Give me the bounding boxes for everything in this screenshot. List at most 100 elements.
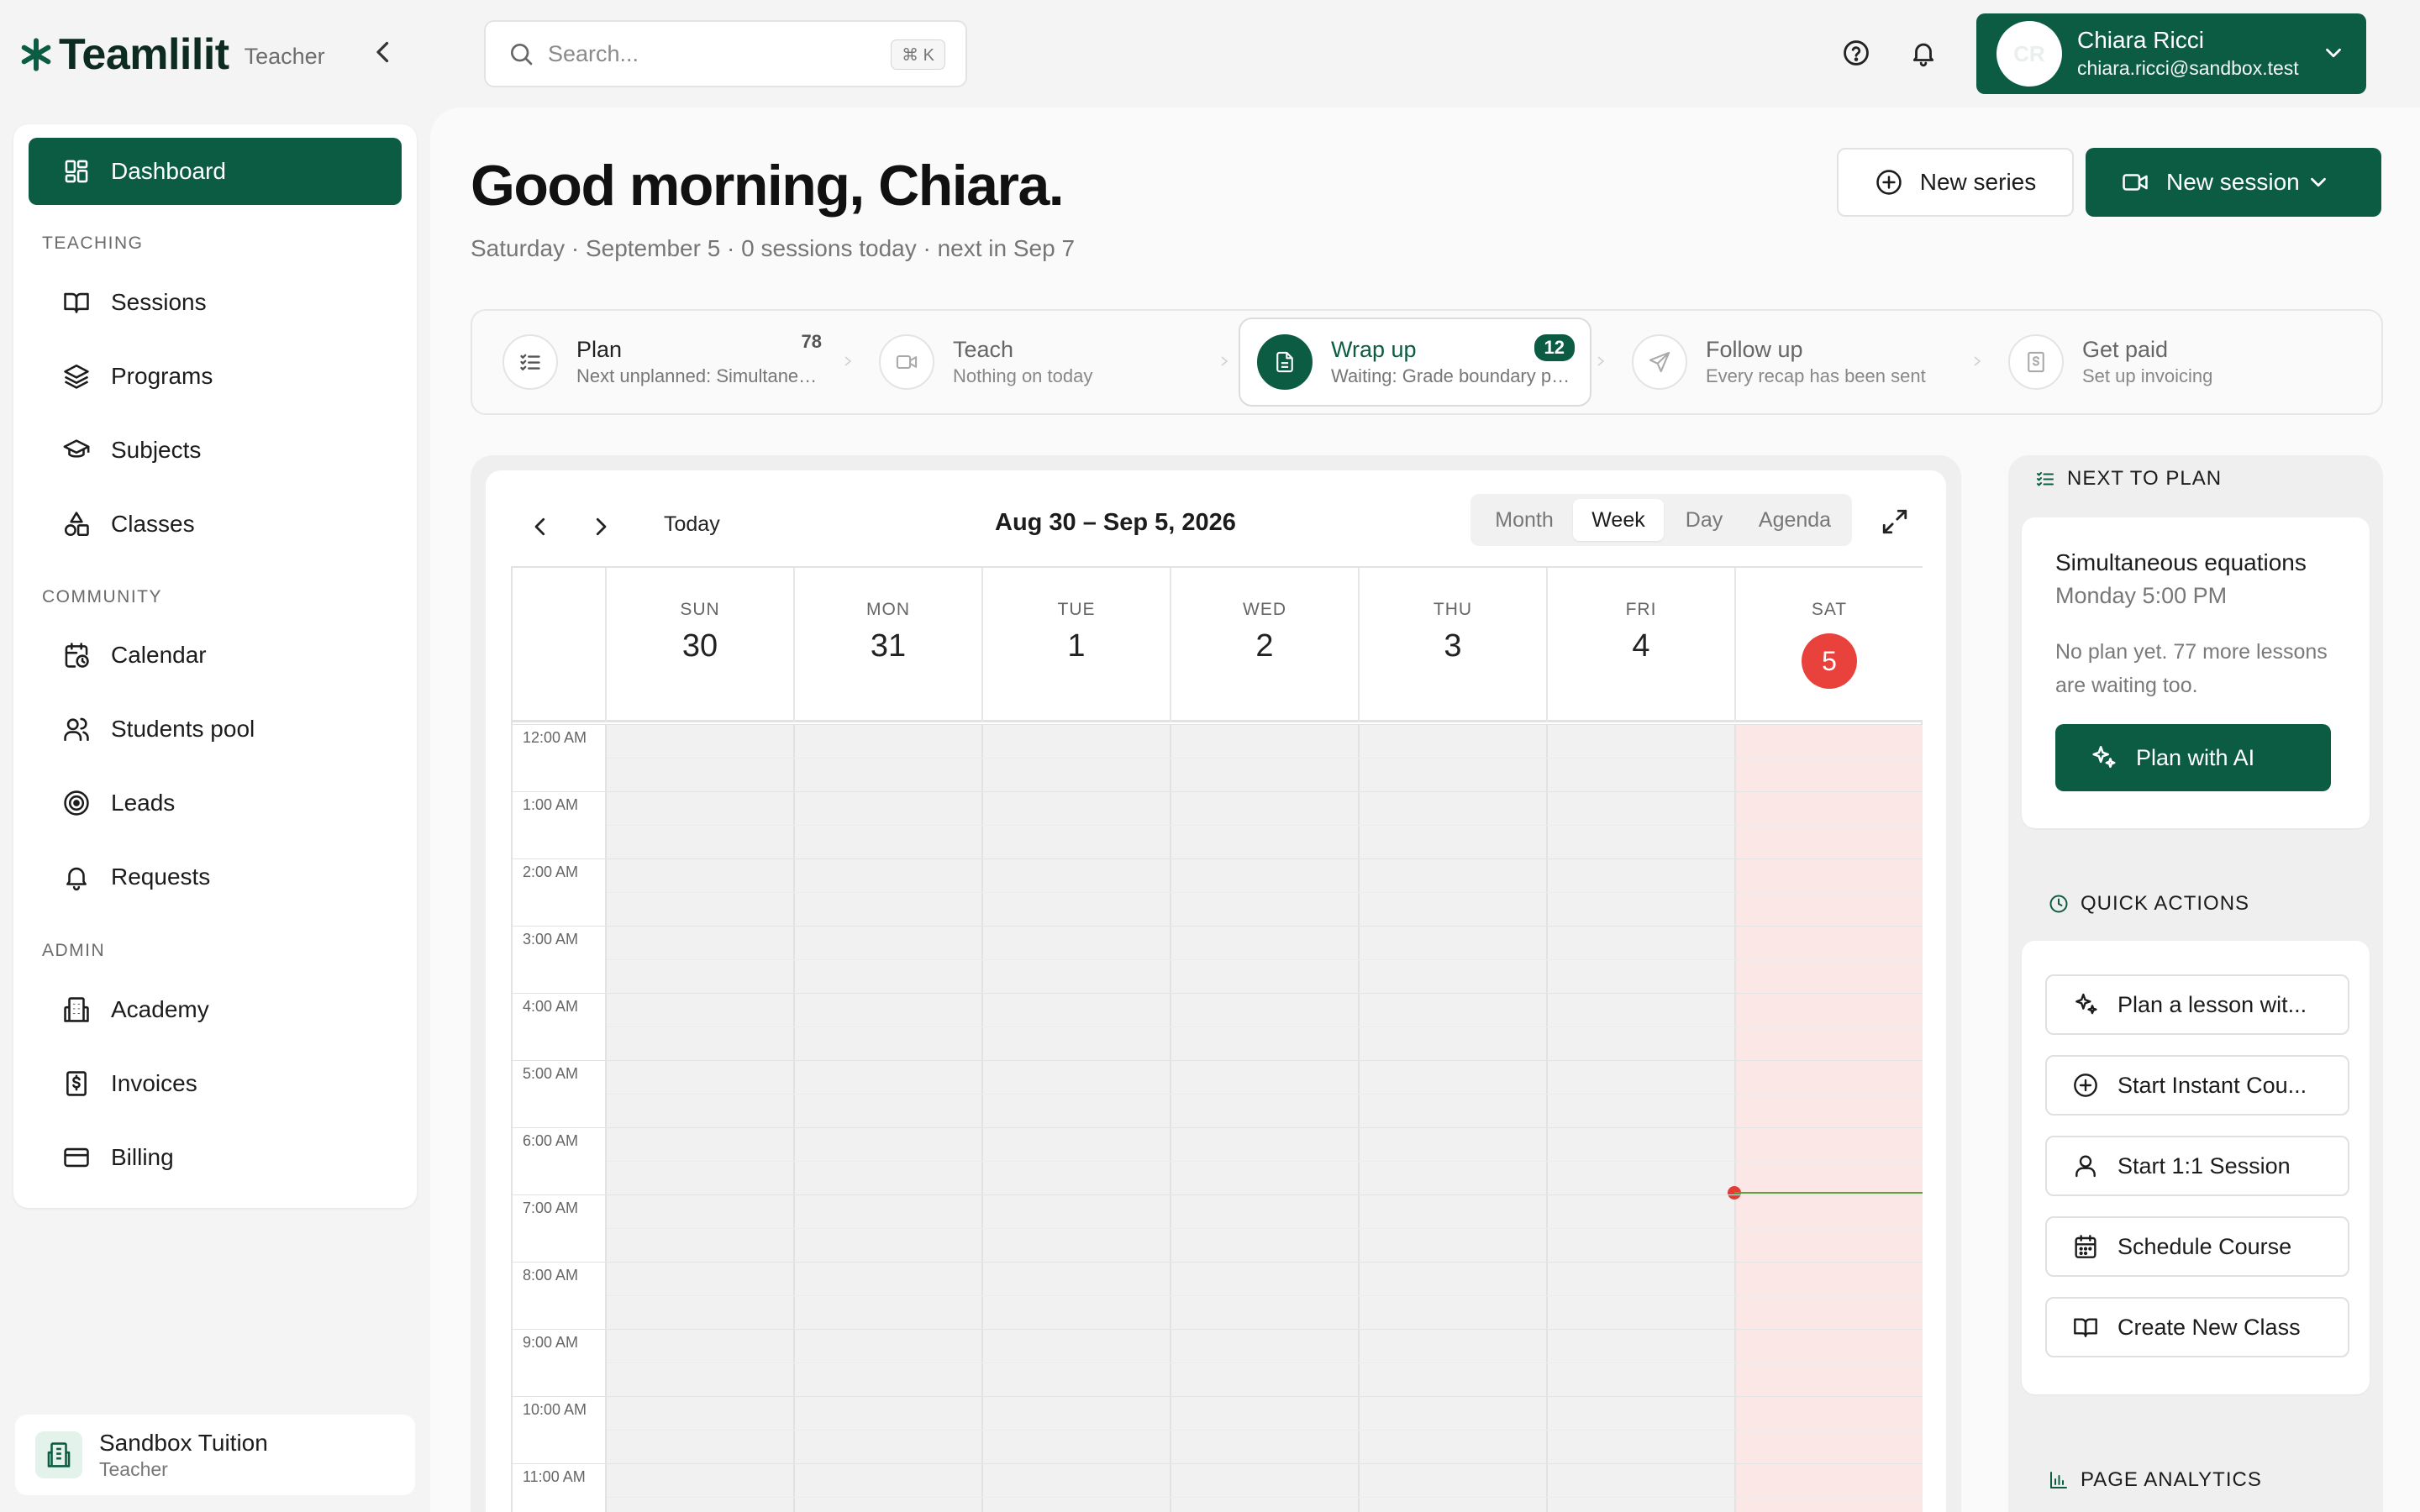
step-get-paid[interactable]: Get paid Set up invoicing	[1991, 318, 2344, 407]
day-header-row: SUN 30 MON 31 TUE 1 WED 2 THU 3 FRI 4 SA…	[513, 568, 1923, 722]
calendar-clock-icon	[62, 641, 91, 669]
half-hour-gridline	[607, 892, 1923, 893]
schedule-course-button[interactable]: Schedule Course	[2045, 1216, 2349, 1277]
hour-label: 10:00 AM	[523, 1401, 587, 1418]
next-lesson-card[interactable]: Simultaneous equations Monday 5:00 PM No…	[2022, 517, 2370, 828]
day-header[interactable]: FRI 4	[1546, 568, 1734, 722]
sidebar-item-invoices[interactable]: Invoices	[29, 1050, 402, 1117]
hour-gridline	[513, 1194, 1923, 1195]
lesson-time: Monday 5:00 PM	[2055, 583, 2228, 608]
search-input[interactable]: Search... ⌘ K	[484, 20, 967, 87]
start-one-on-one-button[interactable]: Start 1:1 Session	[2045, 1136, 2349, 1196]
sidebar-item-billing[interactable]: Billing	[29, 1124, 402, 1191]
lesson-title: Simultaneous equations	[2055, 549, 2307, 575]
half-hour-gridline	[607, 825, 1923, 826]
view-tab-agenda[interactable]: Agenda	[1744, 499, 1845, 541]
step-follow-up[interactable]: Follow up Every recap has been sent	[1615, 318, 1968, 407]
view-tab-day[interactable]: Day	[1665, 499, 1743, 541]
day-number: 1	[1067, 628, 1086, 664]
chevron-left-icon[interactable]	[528, 514, 553, 539]
half-hour-gridline	[607, 1362, 1923, 1363]
main-content: Good morning, Chiara. Saturday · Septemb…	[430, 108, 2420, 1512]
chevron-left-icon[interactable]	[368, 37, 398, 67]
day-of-week: MON	[866, 600, 910, 619]
hour-gridline	[513, 858, 1923, 859]
today-badge: 5	[1802, 633, 1857, 689]
day-header-today[interactable]: SAT 5	[1734, 568, 1923, 722]
day-number: 4	[1632, 628, 1650, 664]
sidebar-item-leads[interactable]: Leads	[29, 769, 402, 837]
help-circle-icon[interactable]	[1842, 39, 1870, 67]
sidebar-item-students-pool[interactable]: Students pool	[29, 696, 402, 763]
step-subtitle: Nothing on today	[953, 365, 1093, 386]
create-new-class-button[interactable]: Create New Class	[2045, 1297, 2349, 1357]
current-time-line	[1734, 1192, 1923, 1194]
shapes-icon	[62, 510, 91, 538]
day-number: 31	[870, 628, 907, 664]
today-button[interactable]: Today	[664, 512, 720, 537]
user-menu[interactable]: CR Chiara Ricci chiara.ricci@sandbox.tes…	[1976, 13, 2366, 94]
day-header[interactable]: WED 2	[1170, 568, 1358, 722]
sidebar-item-label: Classes	[111, 511, 195, 537]
organization-switcher[interactable]: Sandbox Tuition Teacher	[15, 1415, 415, 1495]
chevron-right-icon[interactable]	[588, 514, 613, 539]
step-wrap-up[interactable]: Wrap up Waiting: Grade boundary pu... 12	[1239, 318, 1591, 407]
chevron-down-icon	[2306, 170, 2331, 195]
panel-heading: QUICK ACTIONS	[2081, 892, 2250, 915]
hour-label: 3:00 AM	[523, 931, 579, 948]
sidebar-item-requests[interactable]: Requests	[29, 843, 402, 911]
start-instant-course-button[interactable]: Start Instant Cou...	[2045, 1055, 2349, 1116]
page-subtitle: Saturday · September 5 · 0 sessions toda…	[471, 235, 1076, 261]
view-tab-month[interactable]: Month	[1477, 499, 1571, 541]
hour-gridline	[513, 724, 1923, 725]
time-grid: 12:00 AM 1:00 AM 2:00 AM 3:00 AM 4:00 AM 5:00…	[513, 724, 1923, 1512]
sidebar-item-academy[interactable]: Academy	[29, 976, 402, 1043]
sidebar-item-label: Requests	[111, 864, 211, 890]
sidebar-item-label: Leads	[111, 790, 176, 816]
half-hour-gridline	[607, 1094, 1923, 1095]
day-header[interactable]: MON 31	[793, 568, 981, 722]
expand-icon[interactable]	[1881, 507, 1909, 536]
step-teach[interactable]: Teach Nothing on today	[862, 318, 1215, 407]
sidebar-section-teaching: TEACHING	[42, 234, 144, 253]
half-hour-gridline	[607, 1497, 1923, 1498]
day-column-today[interactable]	[1734, 724, 1923, 1512]
new-session-label: New session	[2166, 169, 2300, 195]
view-tab-week[interactable]: Week	[1573, 499, 1664, 541]
sidebar-item-sessions[interactable]: Sessions	[29, 269, 402, 336]
day-of-week: TUE	[1057, 600, 1096, 619]
day-column[interactable]	[981, 724, 1170, 1512]
user-icon	[2072, 1152, 2099, 1179]
workflow-stepper: Plan Next unplanned: Simultaneo... 78 Te…	[471, 309, 2383, 415]
day-header[interactable]: TUE 1	[981, 568, 1170, 722]
day-column[interactable]	[793, 724, 981, 1512]
new-session-button[interactable]: New session	[2086, 148, 2381, 217]
step-plan[interactable]: Plan Next unplanned: Simultaneo... 78	[486, 318, 839, 407]
page-analytics-panel: PAGE ANALYTICS	[2008, 1450, 2383, 1512]
building-icon	[62, 995, 91, 1024]
day-column[interactable]	[1170, 724, 1358, 1512]
sidebar-item-programs[interactable]: Programs	[29, 343, 402, 410]
building-icon	[35, 1431, 82, 1478]
graduation-cap-icon	[62, 436, 91, 465]
sidebar-item-dashboard[interactable]: Dashboard	[29, 138, 402, 205]
new-series-button[interactable]: New series	[1837, 148, 2074, 217]
plan-lesson-button[interactable]: Plan a lesson wit...	[2045, 974, 2349, 1035]
day-header[interactable]: SUN 30	[605, 568, 793, 722]
chevron-right-icon	[840, 351, 855, 371]
plan-with-ai-button[interactable]: Plan with AI	[2055, 724, 2331, 791]
chevron-right-icon	[1593, 351, 1608, 371]
day-header[interactable]: THU 3	[1358, 568, 1546, 722]
document-icon	[1273, 350, 1297, 374]
day-column[interactable]	[1358, 724, 1546, 1512]
bell-icon	[62, 863, 91, 891]
bell-icon[interactable]	[1909, 39, 1938, 67]
sidebar-item-classes[interactable]: Classes	[29, 491, 402, 558]
sidebar-item-subjects[interactable]: Subjects	[29, 417, 402, 484]
sidebar-item-label: Calendar	[111, 642, 207, 668]
brand[interactable]: Teamlilit Teacher	[18, 25, 325, 84]
asterisk-logo-icon	[18, 37, 54, 72]
day-column[interactable]	[1546, 724, 1734, 1512]
day-column[interactable]	[605, 724, 793, 1512]
sidebar-item-calendar[interactable]: Calendar	[29, 622, 402, 689]
